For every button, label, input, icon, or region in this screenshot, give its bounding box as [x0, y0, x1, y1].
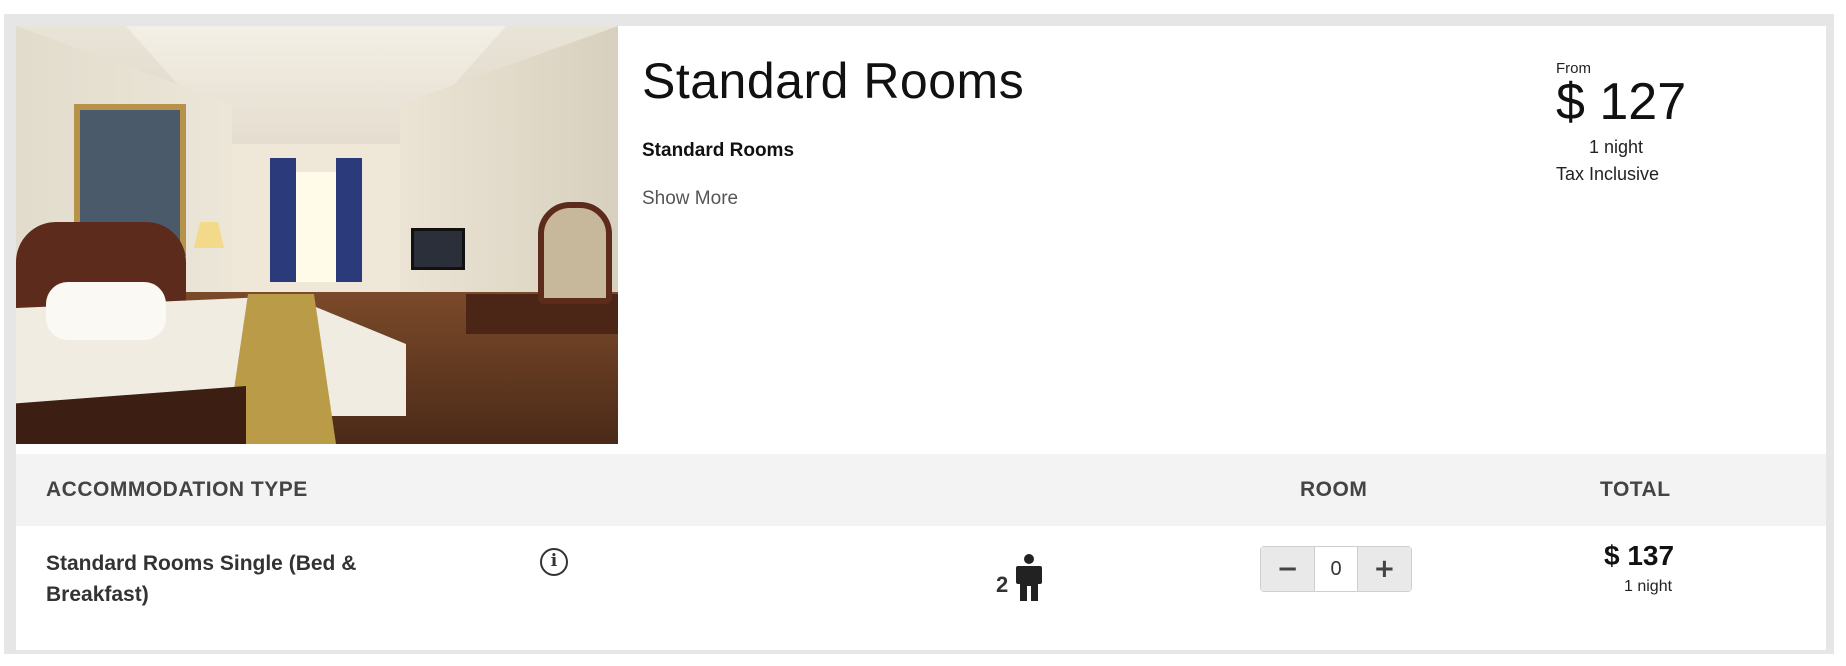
- room-card: Standard Rooms Standard Rooms Show More …: [16, 26, 1826, 650]
- room-subtitle: Standard Rooms: [642, 140, 795, 161]
- price-amount: $ 127: [1556, 73, 1687, 131]
- quantity-input[interactable]: 0: [1314, 547, 1358, 591]
- person-icon: [1016, 554, 1042, 601]
- room-title: Standard Rooms: [642, 53, 1025, 109]
- total-nights: 1 night: [1624, 578, 1673, 595]
- increment-button[interactable]: +: [1357, 547, 1411, 591]
- room-photo[interactable]: [16, 26, 618, 444]
- show-more-link[interactable]: Show More: [642, 188, 738, 210]
- decrement-button[interactable]: −: [1261, 547, 1315, 591]
- accommodation-name: Standard Rooms Single (Bed & Breakfast): [46, 552, 357, 606]
- header-accommodation-type: ACCOMMODATION TYPE: [46, 478, 308, 501]
- header-room: ROOM: [1300, 478, 1368, 501]
- price-nights: 1 night: [1588, 137, 1644, 157]
- quantity-stepper: − 0 +: [1260, 546, 1412, 592]
- price-block: From $ 127 1 night Tax Inclusive: [1556, 60, 1756, 185]
- page: Standard Rooms Standard Rooms Show More …: [0, 0, 1846, 666]
- table-header: ACCOMMODATION TYPE ROOM TOTAL: [16, 454, 1826, 526]
- occupancy-count: 2: [996, 572, 1009, 597]
- table-row: Standard Rooms Single (Bed & Breakfast) …: [16, 526, 1826, 650]
- info-icon[interactable]: i: [540, 548, 568, 576]
- total-amount: $ 137: [1604, 540, 1675, 571]
- price-tax-label: Tax Inclusive: [1556, 164, 1660, 184]
- header-total: TOTAL: [1600, 478, 1671, 501]
